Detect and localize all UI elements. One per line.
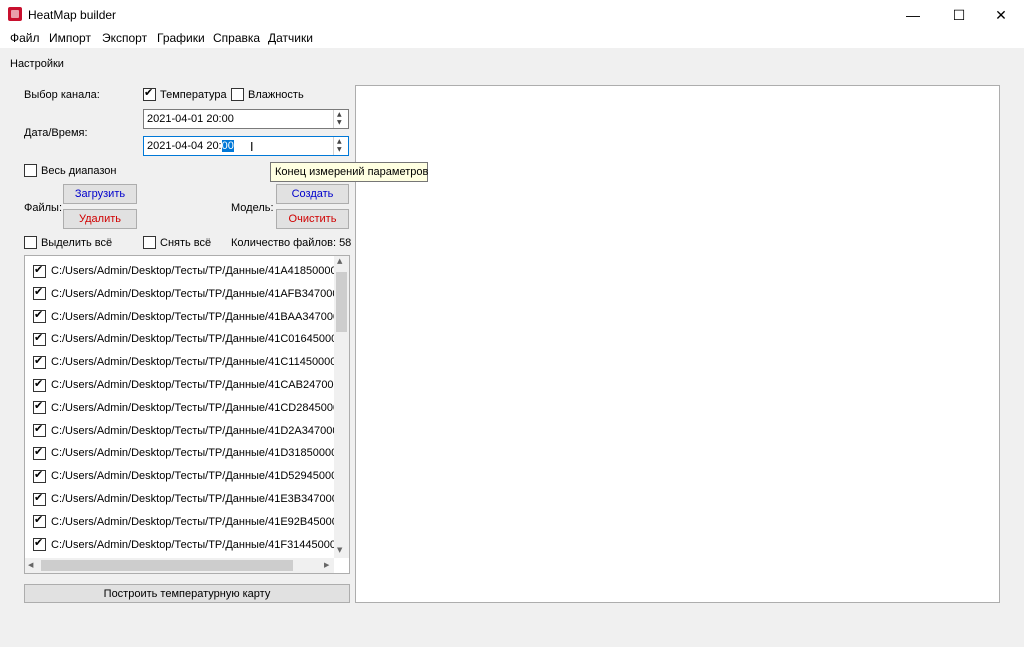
deselect-all-label: Снять всё (160, 237, 212, 249)
channel-label: Выбор канала: (24, 89, 100, 101)
horizontal-scroll-thumb[interactable] (41, 560, 293, 571)
file-checkbox[interactable] (33, 445, 46, 460)
list-item[interactable]: C:/Users/Admin/Desktop/Тесты/ТР/Данные/4… (33, 444, 334, 462)
list-item[interactable]: C:/Users/Admin/Desktop/Тесты/ТР/Данные/4… (33, 467, 334, 485)
menu-import[interactable]: Импорт (49, 31, 91, 45)
file-checkbox[interactable] (33, 285, 46, 301)
list-item[interactable]: C:/Users/Admin/Desktop/Тесты/ТР/Данные/4… (33, 262, 334, 280)
file-checkbox[interactable] (33, 513, 46, 529)
clear-button[interactable]: Очистить (276, 209, 349, 229)
start-datetime-field[interactable]: 2021-04-01 20:00 ▲ ▼ (143, 109, 349, 129)
file-checkbox[interactable] (33, 354, 46, 369)
file-checkbox[interactable] (33, 331, 46, 346)
file-checkbox[interactable] (33, 263, 46, 278)
tooltip: Конец измерений параметров (270, 162, 428, 182)
menu-bar (0, 30, 1024, 48)
humidity-checkbox[interactable] (231, 88, 244, 101)
start-datetime-value: 2021-04-01 20:00 (147, 113, 234, 125)
load-button[interactable]: Загрузить (63, 184, 137, 204)
temperature-checkbox[interactable] (143, 86, 156, 101)
maximize-button[interactable]: ☐ (936, 0, 982, 30)
model-label: Модель: (231, 202, 274, 214)
list-item[interactable]: C:/Users/Admin/Desktop/Тесты/ТР/Данные/4… (33, 513, 334, 531)
file-checkbox[interactable] (33, 536, 46, 552)
menu-sensors[interactable]: Датчики (268, 31, 313, 45)
end-datetime-prefix: 2021-04-04 20: (147, 140, 222, 152)
full-range-label: Весь диапазон (41, 165, 117, 177)
menu-help[interactable]: Справка (213, 31, 260, 45)
horizontal-scrollbar[interactable]: ◀ ▶ (25, 558, 334, 573)
file-path: C:/Users/Admin/Desktop/Тесты/ТР/Данные/4… (51, 333, 334, 346)
text-cursor-icon: I (250, 140, 254, 154)
file-path: C:/Users/Admin/Desktop/Тесты/ТР/Данные/4… (51, 287, 334, 300)
create-button[interactable]: Создать (276, 184, 349, 204)
file-path: C:/Users/Admin/Desktop/Тесты/ТР/Данные/4… (51, 493, 334, 505)
file-checkbox[interactable] (33, 399, 46, 415)
file-path: C:/Users/Admin/Desktop/Тесты/ТР/Данные/4… (51, 447, 334, 460)
file-path: C:/Users/Admin/Desktop/Тесты/ТР/Данные/4… (51, 356, 334, 369)
menu-file[interactable]: Файл (10, 31, 40, 45)
file-checkbox[interactable] (33, 422, 46, 438)
scroll-up-icon[interactable]: ▲ (337, 257, 342, 265)
title-bar (0, 0, 1024, 30)
scroll-left-icon[interactable]: ◀ (28, 561, 33, 569)
deselect-all-checkbox[interactable] (143, 236, 156, 249)
file-list-viewport: C:/Users/Admin/Desktop/Тесты/ТР/Данные/4… (25, 256, 334, 558)
scroll-right-icon[interactable]: ▶ (324, 561, 329, 569)
datetime-label: Дата/Время: (24, 127, 88, 139)
maximize-icon: ☐ (952, 6, 966, 23)
file-path: C:/Users/Admin/Desktop/Тесты/ТР/Данные/4… (51, 538, 334, 551)
file-path: C:/Users/Admin/Desktop/Тесты/ТР/Данные/4… (51, 310, 334, 323)
end-datetime-value: 2021-04-04 20:00 (147, 140, 234, 152)
minimize-icon: — (906, 7, 920, 23)
file-path: C:/Users/Admin/Desktop/Тесты/ТР/Данные/4… (51, 470, 334, 483)
file-path: C:/Users/Admin/Desktop/Тесты/ТР/Данные/4… (51, 424, 334, 437)
temperature-label: Температура (160, 89, 227, 101)
list-item[interactable]: C:/Users/Admin/Desktop/Тесты/ТР/Данные/4… (33, 490, 334, 508)
end-datetime-stepper[interactable]: ▲ ▼ (333, 137, 348, 155)
close-button[interactable]: ✕ (978, 0, 1024, 30)
file-path: C:/Users/Admin/Desktop/Тесты/ТР/Данные/4… (51, 515, 334, 528)
file-count-caption: Количество файлов: (231, 237, 336, 249)
list-item[interactable]: C:/Users/Admin/Desktop/Тесты/ТР/Данные/4… (33, 330, 334, 348)
vertical-scroll-thumb[interactable] (336, 272, 347, 332)
list-item[interactable]: C:/Users/Admin/Desktop/Тесты/ТР/Данные/4… (33, 399, 334, 417)
scroll-down-icon[interactable]: ▼ (337, 546, 342, 554)
vertical-scrollbar[interactable]: ▲ ▼ (334, 256, 349, 558)
close-icon: ✕ (995, 6, 1007, 23)
settings-group-label: Настройки (10, 58, 64, 70)
app-icon (8, 7, 22, 21)
list-item[interactable]: C:/Users/Admin/Desktop/Тесты/ТР/Данные/4… (33, 308, 334, 326)
file-checkbox[interactable] (33, 491, 46, 506)
list-item[interactable]: C:/Users/Admin/Desktop/Тесты/ТР/Данные/4… (33, 285, 334, 303)
file-checkbox[interactable] (33, 468, 46, 483)
end-datetime-field[interactable]: 2021-04-04 20:00 ▲ ▼ (143, 136, 349, 156)
list-item[interactable]: C:/Users/Admin/Desktop/Тесты/ТР/Данные/4… (33, 536, 334, 554)
build-heatmap-button[interactable]: Построить температурную карту (24, 584, 350, 603)
menu-charts[interactable]: Графики (157, 31, 205, 45)
heatmap-canvas[interactable] (355, 85, 1000, 603)
file-count-value: 58 (339, 237, 352, 249)
menu-export[interactable]: Экспорт (102, 31, 147, 45)
humidity-label: Влажность (248, 89, 304, 101)
list-item[interactable]: C:/Users/Admin/Desktop/Тесты/ТР/Данные/4… (33, 376, 334, 394)
select-all-checkbox[interactable] (24, 236, 37, 249)
file-checkbox[interactable] (33, 308, 46, 324)
start-datetime-stepper[interactable]: ▲ ▼ (333, 110, 348, 128)
list-item[interactable]: C:/Users/Admin/Desktop/Тесты/ТР/Данные/4… (33, 353, 334, 371)
delete-button[interactable]: Удалить (63, 209, 137, 229)
file-checkbox[interactable] (33, 377, 46, 392)
list-item[interactable]: C:/Users/Admin/Desktop/Тесты/ТР/Данные/4… (33, 422, 334, 440)
end-datetime-selection: 00 (221, 140, 234, 152)
full-range-checkbox[interactable] (24, 164, 37, 177)
file-path: C:/Users/Admin/Desktop/Тесты/ТР/Данные/4… (51, 265, 334, 277)
minimize-button[interactable]: — (890, 0, 936, 30)
file-path: C:/Users/Admin/Desktop/Тесты/ТР/Данные/4… (51, 401, 334, 414)
window-title: HeatMap builder (28, 8, 117, 22)
file-count-label: Количество файлов: 58 (231, 237, 351, 249)
file-path: C:/Users/Admin/Desktop/Тесты/ТР/Данные/4… (51, 379, 334, 391)
file-list[interactable]: C:/Users/Admin/Desktop/Тесты/ТР/Данные/4… (24, 255, 350, 574)
files-label: Файлы: (24, 202, 63, 214)
select-all-label: Выделить всё (41, 237, 113, 249)
